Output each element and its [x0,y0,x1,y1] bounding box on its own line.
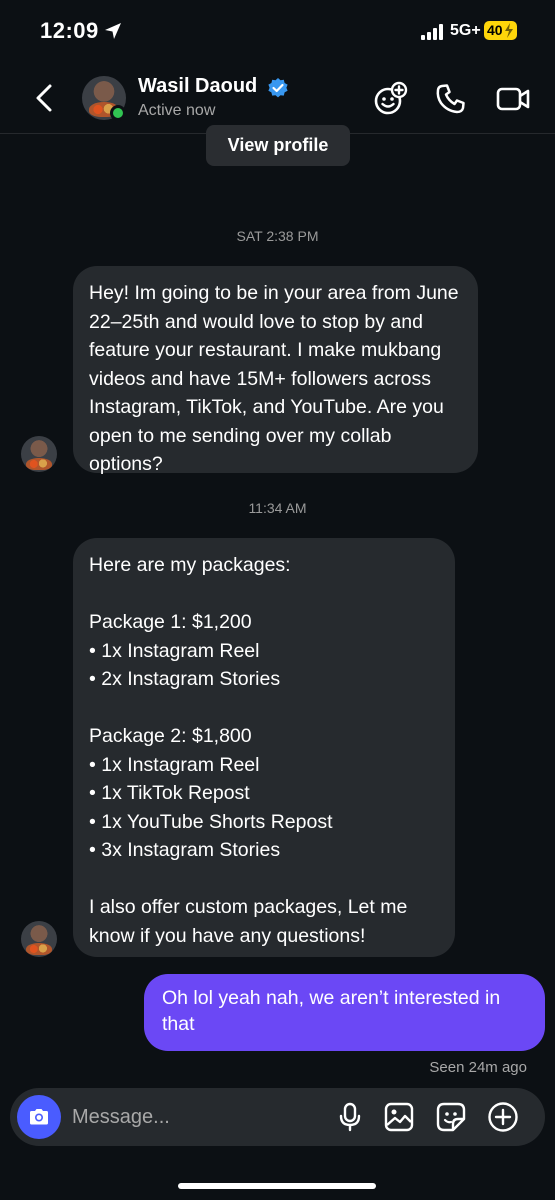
active-status-dot [110,105,126,121]
seen-receipt: Seen 24m ago [429,1059,527,1076]
microphone-icon[interactable] [333,1100,367,1134]
battery-level: 40 [487,22,503,38]
gallery-icon[interactable] [382,1100,416,1134]
sender-avatar[interactable] [21,436,57,472]
sticker-icon[interactable] [434,1100,468,1134]
message-timestamp: SAT 2:38 PM [236,228,319,244]
camera-button[interactable] [17,1095,61,1139]
status-bar: 12:09 5G+ 40 [0,0,555,64]
contact-name[interactable]: Wasil Daoud [138,75,257,98]
home-indicator[interactable] [178,1183,376,1189]
active-status: Active now [138,102,216,119]
status-time: 12:09 [40,18,99,43]
camera-icon [30,1109,48,1125]
back-icon[interactable] [30,82,62,114]
signal-icon [421,24,443,40]
network-type: 5G+ [450,22,481,39]
phone-icon[interactable] [433,81,469,117]
message-composer [10,1088,545,1146]
plus-icon[interactable] [486,1100,520,1134]
verified-icon [268,78,288,98]
message-input[interactable] [72,1102,322,1132]
incoming-message[interactable]: Hey! Im going to be in your area from Ju… [73,266,478,475]
group-add-icon[interactable] [372,81,408,117]
charging-bolt-icon [505,23,513,38]
message-timestamp: 11:34 AM [248,500,307,516]
chat-header: Wasil Daoud Active now [0,64,555,134]
location-arrow-icon [105,23,121,39]
battery-indicator: 40 [484,21,517,40]
incoming-message[interactable]: Here are my packages: Package 1: $1,200 … [73,538,455,957]
view-profile-button[interactable]: View profile [206,125,350,166]
sender-avatar[interactable] [21,921,57,957]
outgoing-message[interactable]: Oh lol yeah nah, we aren’t interested in… [144,974,545,1051]
video-camera-icon[interactable] [495,81,531,117]
